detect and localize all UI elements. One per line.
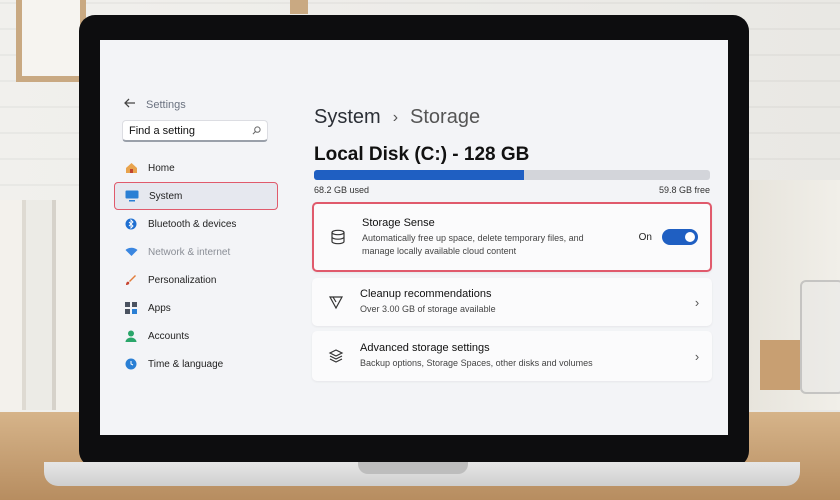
storage-sense-desc-1: Automatically free up space, delete temp…: [362, 232, 584, 243]
storage-usage-fill: [314, 170, 524, 180]
sidebar-nav: Home System Bluetooth & devices Network …: [114, 154, 278, 378]
advanced-desc: Backup options, Storage Spaces, other di…: [360, 358, 593, 368]
sidebar-item-label: Accounts: [148, 330, 190, 342]
advanced-title: Advanced storage settings: [360, 342, 490, 354]
chevron-right-icon: ›: [694, 294, 700, 310]
chevron-right-icon: ›: [694, 348, 700, 364]
cleanup-desc: Over 3.00 GB of storage available: [360, 304, 496, 314]
advanced-text: Advanced storage settings Backup options…: [360, 342, 682, 370]
globe-clock-icon: [124, 357, 138, 371]
cleanup-brush-icon: [312, 294, 360, 310]
monitor-icon: [125, 189, 139, 203]
apps-icon: [124, 301, 138, 315]
sidebar-item-system[interactable]: System: [114, 182, 278, 210]
breadcrumb-separator: ›: [392, 108, 399, 126]
sidebar-item-personalization[interactable]: Personalization: [114, 266, 278, 294]
sidebar-item-bluetooth[interactable]: Bluetooth & devices: [114, 210, 278, 238]
storage-sense-title: Storage Sense: [362, 216, 435, 229]
sidebar-item-label: Home: [148, 162, 175, 174]
breadcrumb: System › Storage: [314, 106, 480, 129]
person-icon: [124, 329, 138, 343]
sidebar: Settings Home System: [100, 40, 298, 435]
search-input[interactable]: [129, 124, 239, 137]
disk-title: Local Disk (C:) - 128 GB: [314, 144, 530, 165]
glass-jar: [800, 280, 840, 394]
storage-sense-toggle[interactable]: [662, 229, 698, 245]
bluetooth-icon: [124, 217, 138, 231]
sidebar-item-label: Apps: [148, 302, 171, 314]
picture-frame-corner: [290, 0, 308, 14]
storage-usage-bar: [314, 170, 710, 180]
used-label: 68.2 GB used: [314, 185, 370, 195]
settings-window: Settings Home System: [100, 40, 728, 435]
wooden-box: [760, 340, 800, 390]
storage-stack-icon: [314, 229, 362, 245]
picture-frame: [16, 0, 86, 82]
cleanup-text: Cleanup recommendations Over 3.00 GB of …: [360, 288, 682, 316]
laptop-notch: [358, 462, 468, 474]
home-icon: [124, 161, 138, 175]
breadcrumb-current: Storage: [410, 106, 481, 128]
advanced-storage-card[interactable]: Advanced storage settings Backup options…: [312, 331, 712, 381]
sidebar-item-label: System: [149, 190, 183, 202]
app-title: Settings: [146, 98, 186, 111]
layers-icon: [312, 348, 360, 364]
back-arrow-icon[interactable]: [124, 98, 136, 111]
storage-sense-card[interactable]: Storage Sense Automatically free up spac…: [312, 202, 712, 272]
search-box[interactable]: [122, 120, 268, 142]
sidebar-item-label: Network & internet: [148, 246, 231, 258]
brush-icon: [124, 273, 138, 287]
search-icon[interactable]: [252, 122, 261, 140]
free-label: 59.8 GB free: [658, 185, 710, 195]
storage-sense-text: Storage Sense Automatically free up spac…: [362, 217, 639, 258]
sidebar-item-label: Time & language: [148, 358, 224, 370]
storage-sense-toggle-group: On: [639, 229, 710, 245]
sidebar-item-label: Personalization: [148, 274, 217, 286]
storage-sense-desc-2: manage locally available cloud content: [362, 245, 517, 256]
cleanup-recommendations-card[interactable]: Cleanup recommendations Over 3.00 GB of …: [312, 278, 712, 326]
books-shelf: [0, 200, 80, 410]
sidebar-item-label: Bluetooth & devices: [148, 218, 237, 230]
toggle-label: On: [638, 231, 652, 243]
main-content: System › Storage Local Disk (C:) - 128 G…: [298, 40, 728, 435]
sidebar-item-time-language[interactable]: Time & language: [114, 350, 278, 378]
sidebar-item-accounts[interactable]: Accounts: [114, 322, 278, 350]
sidebar-item-network[interactable]: Network & internet: [114, 238, 278, 266]
breadcrumb-parent[interactable]: System: [314, 106, 381, 129]
cleanup-title: Cleanup recommendations: [360, 288, 492, 300]
title-row: Settings: [124, 98, 186, 111]
sidebar-item-apps[interactable]: Apps: [114, 294, 278, 322]
wifi-icon: [124, 245, 138, 259]
sidebar-item-home[interactable]: Home: [114, 154, 278, 182]
